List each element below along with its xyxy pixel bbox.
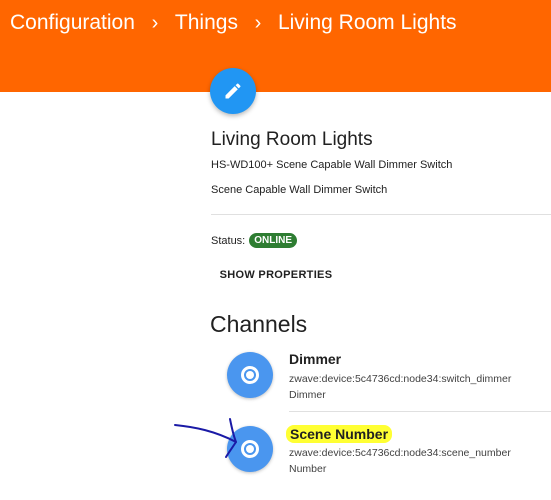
breadcrumb-separator: › (151, 11, 159, 34)
channel-item-type: Dimmer (289, 389, 326, 401)
channel-uid: zwave:device:5c4736cd:node34:switch_dimm… (289, 373, 512, 385)
edit-thing-button[interactable] (210, 68, 256, 114)
status-badge: ONLINE (249, 233, 298, 248)
pencil-icon (225, 83, 241, 99)
channel-label-highlighted: Scene Number (286, 425, 393, 443)
divider (211, 214, 551, 215)
thing-title: Living Room Lights (211, 129, 373, 150)
breadcrumb: Configuration › Things › Living Room Lig… (10, 8, 457, 38)
breadcrumb-current-thing: Living Room Lights (277, 11, 457, 34)
radio-button-icon[interactable] (227, 352, 273, 398)
channel-label: Dimmer (289, 351, 342, 367)
status-row: Status: ONLINE (211, 233, 298, 248)
channels-heading: Channels (210, 311, 308, 337)
hand-drawn-arrow-icon (174, 418, 237, 458)
breadcrumb-configuration[interactable]: Configuration (10, 11, 135, 35)
thing-model: HS-WD100+ Scene Capable Wall Dimmer Swit… (211, 159, 453, 171)
status-label: Status: (211, 234, 246, 247)
app-header: Configuration › Things › Living Room Lig… (0, 0, 551, 92)
breadcrumb-separator: › (254, 11, 262, 34)
channel-item-type: Number (289, 463, 327, 475)
channel-uid: zwave:device:5c4736cd:node34:scene_numbe… (289, 447, 511, 459)
show-properties-button[interactable]: SHOW PROPERTIES (213, 262, 339, 288)
thing-description: Scene Capable Wall Dimmer Switch (211, 184, 388, 196)
channel-divider (289, 411, 551, 412)
breadcrumb-things[interactable]: Things (175, 11, 238, 35)
